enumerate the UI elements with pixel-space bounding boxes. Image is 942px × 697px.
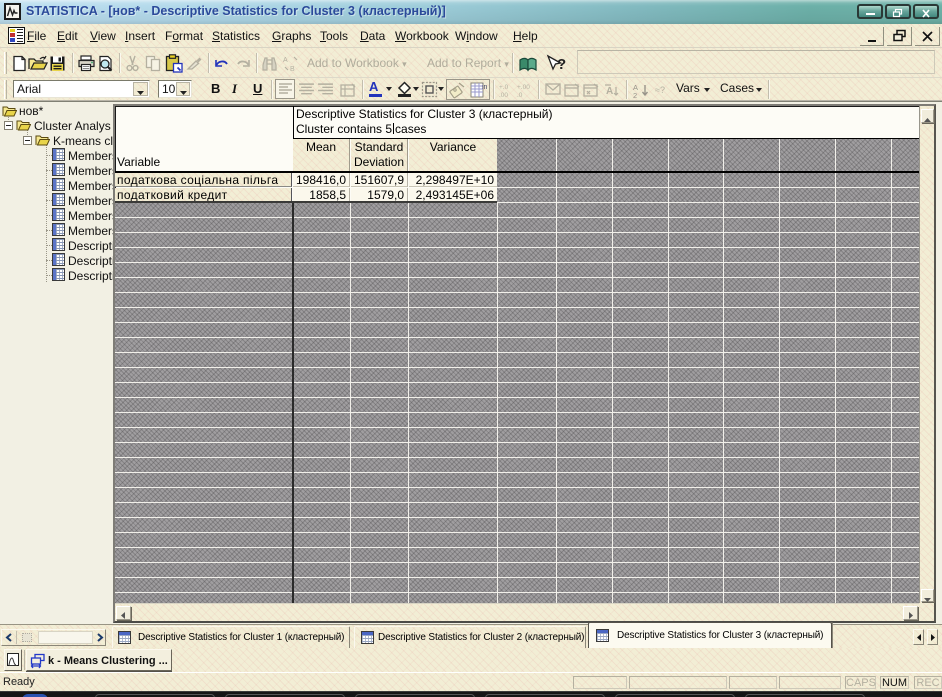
svg-text:A: A	[283, 57, 288, 64]
svg-text:in: in	[482, 84, 488, 91]
svg-text:B: B	[290, 66, 295, 72]
svg-text:?: ?	[557, 56, 566, 73]
svg-text:.0: .0	[517, 92, 523, 99]
svg-text:2: 2	[633, 91, 637, 99]
svg-text:.00: .00	[499, 92, 508, 99]
svg-text:≈?: ≈?	[655, 85, 665, 94]
svg-text:+.00: +.00	[517, 84, 530, 91]
svg-text:A: A	[606, 86, 613, 97]
svg-text:+.0: +.0	[499, 84, 509, 91]
